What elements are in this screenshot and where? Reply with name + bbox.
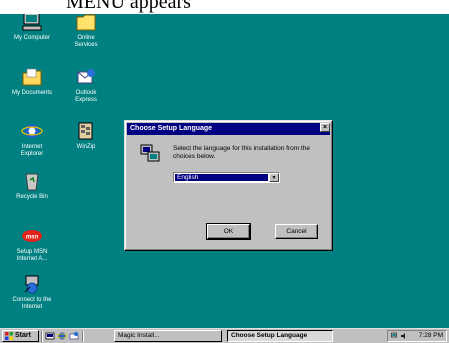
dialog-title: Choose Setup Language [130, 125, 213, 132]
desktop-icon-internet-explorer[interactable]: Internet Explorer [2, 121, 62, 158]
connect-icon [24, 275, 39, 294]
choose-setup-language-dialog: Choose Setup Language × Select the langu… [124, 120, 333, 251]
outlook-express-icon [77, 69, 95, 84]
setup-computer-icon [140, 144, 160, 162]
folder-icon [22, 68, 42, 86]
caption-text: MENU appears [66, 0, 191, 13]
page-caption: MENU appears [0, 0, 449, 14]
desktop-icon-my-computer[interactable]: My Computer [2, 14, 62, 42]
recycle-bin-icon [25, 173, 39, 191]
msn-icon: msn [22, 230, 42, 242]
close-button[interactable]: × [320, 123, 330, 132]
tray-speaker-icon[interactable] [400, 332, 408, 340]
dropdown-arrow-icon[interactable]: ▼ [269, 173, 279, 182]
taskbar-task-magic-install[interactable]: Magic Install... [114, 330, 222, 342]
desktop: My Computer My Documents Internet Explor… [0, 14, 449, 328]
desktop-icon-recycle-bin[interactable]: Recycle Bin [2, 171, 62, 201]
icon-label: Connect to the Internet [12, 297, 52, 310]
taskbar: Start Magic Install... Choose Setup Lang… [0, 328, 449, 343]
cancel-button[interactable]: Cancel [275, 224, 318, 239]
icon-label: Internet Explorer [20, 144, 44, 157]
icon-label: Recycle Bin [16, 194, 48, 200]
taskbar-clock: 7:28 PM [418, 332, 443, 339]
desktop-icon-online-services[interactable]: Online Services [56, 14, 116, 49]
system-tray: 7:28 PM [387, 330, 447, 342]
desktop-icon-winzip[interactable]: WinZip [56, 121, 116, 151]
icon-label: WinZip [76, 144, 96, 150]
icon-label: Setup MSN Internet A... [16, 249, 48, 262]
language-selected-value: English [175, 174, 268, 181]
start-button[interactable]: Start [2, 330, 39, 342]
svg-text:msn: msn [26, 235, 39, 241]
desktop-icon-setup-msn[interactable]: msn Setup MSN Internet A... [2, 226, 62, 263]
windows-logo-icon [5, 332, 13, 340]
dialog-message: Select the language for this installatio… [173, 145, 310, 160]
taskbar-separator [82, 331, 84, 342]
icon-label: My Documents [11, 90, 52, 96]
ie-icon [21, 124, 43, 138]
desktop-icon-outlook-express[interactable]: Outlook Express [56, 67, 116, 104]
ie-quicklaunch-icon[interactable] [57, 331, 67, 341]
ok-button[interactable]: OK [206, 223, 251, 240]
icon-label: My Computer [13, 35, 50, 41]
desktop-icon-connect-internet[interactable]: Connect to the Internet [2, 274, 62, 311]
tray-network-icon[interactable] [391, 332, 399, 340]
folder-icon [76, 14, 96, 31]
computer-icon [22, 14, 42, 31]
language-select[interactable]: English ▼ [173, 172, 280, 183]
icon-label: Outlook Express [75, 90, 97, 103]
desktop-icon-my-documents[interactable]: My Documents [2, 67, 62, 97]
start-label: Start [15, 332, 31, 339]
dialog-title-bar[interactable]: Choose Setup Language [127, 123, 330, 135]
icon-label: Online Services [74, 35, 98, 48]
taskbar-task-choose-setup-language[interactable]: Choose Setup Language [227, 330, 333, 342]
show-desktop-icon[interactable] [45, 331, 55, 341]
taskbar-separator [41, 331, 43, 342]
winzip-icon [78, 122, 93, 140]
outlook-quicklaunch-icon[interactable] [69, 331, 79, 341]
